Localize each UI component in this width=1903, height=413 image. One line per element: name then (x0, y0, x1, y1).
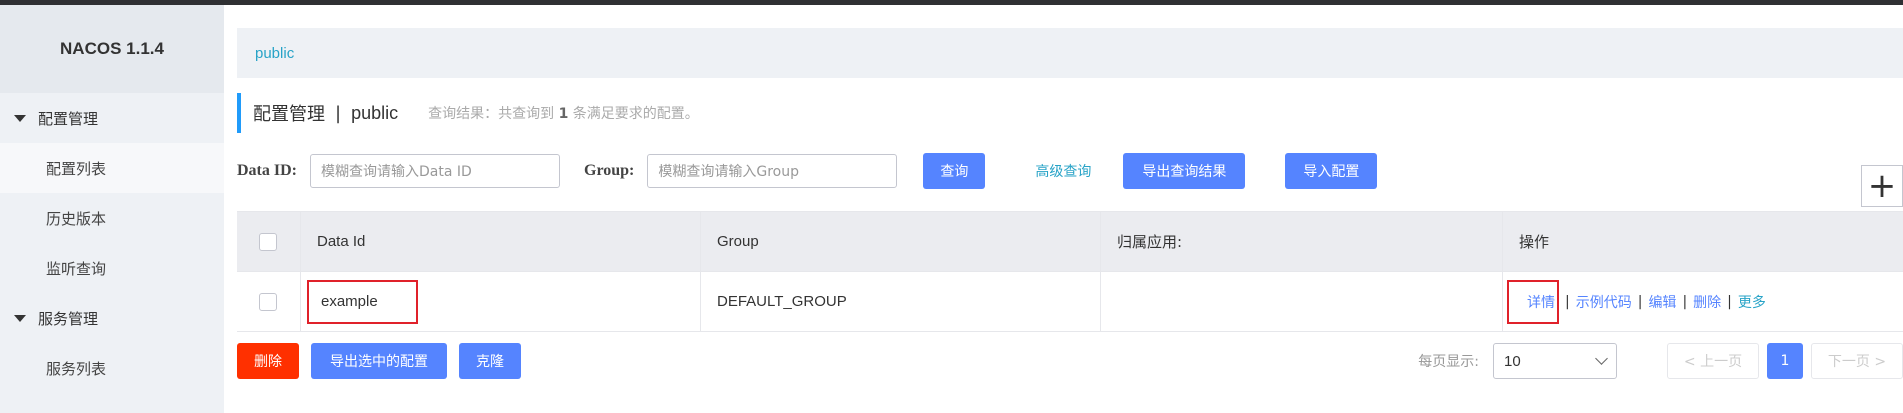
sidebar-item-service-list[interactable]: 服务列表 (0, 343, 224, 393)
page-size-label: 每页显示: (1418, 354, 1479, 370)
group-search-input[interactable]: 模糊查询请输入Group (647, 154, 898, 188)
more-link[interactable]: 更多 (1738, 292, 1766, 312)
column-header-ops: 操作 (1519, 233, 1550, 251)
column-header-group[interactable]: Group (701, 212, 1101, 271)
sidebar-group-service[interactable]: 服务管理 (0, 293, 224, 343)
detail-link[interactable]: 详情 (1527, 292, 1555, 312)
dataid-label: Data ID: (237, 162, 297, 179)
page-title-section: 配置管理 (253, 104, 325, 125)
page-title: 配置管理 | public 查询结果：共查询到 1 条满足要求的配置。 (237, 93, 699, 133)
pagination: 每页显示: 10 < 上一页 1 下一页 > (1418, 343, 1903, 379)
sidebar: NACOS 1.1.4 配置管理 配置列表 历史版本 监听查询 服务管理 服务列… (0, 5, 224, 413)
sidebar-group-label: 配置管理 (38, 109, 99, 128)
import-config-button[interactable]: 导入配置 (1285, 153, 1378, 189)
query-result-text: 查询结果：共查询到 1 条满足要求的配置。 (428, 106, 699, 122)
main-content: public 配置管理 | public 查询结果：共查询到 1 条满足要求的配… (224, 5, 1903, 413)
prev-page-button[interactable]: < 上一页 (1667, 343, 1759, 379)
sidebar-group-label: 服务管理 (38, 309, 99, 328)
highlight-box-detail: 详情 (1507, 279, 1559, 324)
row-app (1101, 272, 1503, 331)
table-row: example DEFAULT_GROUP 详情 | 示例代码 | 编辑 | 删… (237, 272, 1903, 332)
select-all-checkbox[interactable] (259, 232, 277, 251)
title-accent (237, 93, 241, 133)
row-ops: 详情 | 示例代码 | 编辑 | 删除 | 更多 (1503, 272, 1903, 331)
page-title-namespace: public (351, 102, 399, 123)
edit-link[interactable]: 编辑 (1648, 292, 1676, 312)
row-dataid: example (321, 293, 378, 310)
add-config-button[interactable]: + (1861, 165, 1903, 207)
query-button[interactable]: 查询 (923, 153, 986, 189)
advanced-query-link[interactable]: 高级查询 (1035, 161, 1091, 181)
sidebar-group-config[interactable]: 配置管理 (0, 93, 224, 143)
row-group: DEFAULT_GROUP (701, 272, 1101, 331)
column-header-dataid[interactable]: Data Id (301, 212, 701, 271)
table-header: Data Id Group 归属应用: 操作 (237, 212, 1903, 272)
namespace-link-public[interactable]: public (255, 45, 294, 62)
config-table: Data Id Group 归属应用: 操作 example DEFAULT_G… (237, 211, 1903, 332)
sample-code-link[interactable]: 示例代码 (1576, 292, 1632, 312)
export-query-button[interactable]: 导出查询结果 (1123, 153, 1246, 189)
chevron-down-icon (1595, 352, 1608, 365)
title-separator: | (335, 102, 342, 124)
clone-button[interactable]: 克隆 (459, 343, 521, 379)
sidebar-item-config-list[interactable]: 配置列表 (0, 143, 224, 193)
caret-down-icon (14, 314, 26, 322)
caret-down-icon (14, 114, 26, 122)
sidebar-item-history[interactable]: 历史版本 (0, 193, 224, 243)
dataid-search-input[interactable]: 模糊查询请输入Data ID (310, 154, 560, 188)
highlight-box-dataid: example (307, 279, 418, 324)
delete-link[interactable]: 删除 (1693, 292, 1721, 312)
search-row: Data ID: 模糊查询请输入Data ID Group: 模糊查询请输入Gr… (237, 153, 1903, 189)
column-header-app[interactable]: 归属应用: (1101, 212, 1503, 271)
bottom-bar: 删除 导出选中的配置 克隆 每页显示: 10 < 上一页 1 下一页 > (237, 343, 1903, 379)
page-size-select[interactable]: 10 (1493, 343, 1617, 379)
next-page-button[interactable]: 下一页 > (1811, 343, 1903, 379)
brand-logo: NACOS 1.1.4 (0, 5, 224, 93)
export-selected-button[interactable]: 导出选中的配置 (311, 343, 447, 379)
sidebar-item-listener[interactable]: 监听查询 (0, 243, 224, 293)
delete-button[interactable]: 删除 (237, 343, 299, 379)
row-checkbox[interactable] (259, 292, 277, 311)
group-label: Group: (584, 162, 635, 179)
query-result-count: 1 (558, 106, 569, 122)
page-number-1[interactable]: 1 (1767, 343, 1803, 379)
namespace-bar: public (237, 28, 1903, 78)
